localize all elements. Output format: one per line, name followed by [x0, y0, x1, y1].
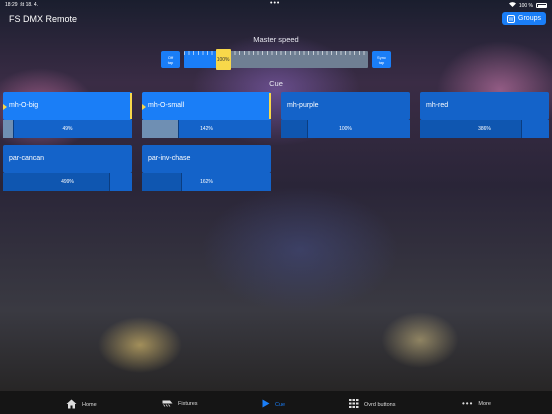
cue-button[interactable]: mh-O-big 49%	[3, 92, 132, 138]
tab-home-label: Home	[82, 402, 97, 408]
cue-button[interactable]: mh-red 386%	[420, 92, 549, 138]
master-speed-ticks	[184, 51, 368, 55]
tab-ovrd-buttons-label: Ovrd buttons	[364, 401, 396, 408]
play-icon	[262, 399, 270, 410]
cue-level-value: 49%	[62, 126, 73, 132]
tab-ovrd-buttons[interactable]: Ovrd buttons	[349, 399, 396, 410]
tab-home[interactable]: Home	[66, 399, 97, 411]
master-speed-slider[interactable]	[184, 51, 368, 68]
cue-name: mh-purple	[287, 102, 319, 109]
master-speed-label: Master speed	[253, 35, 299, 44]
status-time: 18:29 št 18. 4.	[5, 2, 39, 8]
cue-name: mh-O-big	[9, 102, 39, 109]
cue-level-slider[interactable]: 49%	[3, 120, 132, 138]
cue-level-slider[interactable]: 499%	[3, 173, 132, 191]
cue-name: par-inv-chase	[148, 155, 191, 162]
tab-bar: Home Fixtures Cue Ovrd buttons ••• More	[0, 391, 552, 414]
cue-name: par-cancan	[9, 155, 45, 162]
cue-name: mh-O-small	[148, 102, 185, 109]
cue-level-value: 162%	[200, 179, 213, 185]
house-icon	[66, 399, 77, 411]
cue-level-slider[interactable]: 162%	[142, 173, 271, 191]
off-sub-label: tap	[167, 59, 174, 65]
cue-button[interactable]: mh-O-small 142%	[142, 92, 271, 138]
cue-level-value: 386%	[478, 126, 491, 132]
master-speed-off-button[interactable]: Off tap	[161, 51, 180, 68]
battery-text: 100 %	[518, 2, 533, 9]
master-speed-thumb[interactable]: 100%	[215, 49, 231, 70]
sync-sub-label: tap	[378, 59, 385, 65]
cue-trigger[interactable]: par-inv-chase	[142, 145, 271, 173]
cue-level-slider[interactable]: 100%	[281, 120, 410, 138]
cue-active-indicator	[130, 93, 132, 119]
cue-trigger[interactable]: mh-O-small	[142, 92, 271, 120]
fixtures-icon	[162, 399, 173, 409]
cue-level-slider[interactable]: 142%	[142, 120, 271, 138]
groups-label: Groups	[518, 15, 541, 22]
wifi-icon	[508, 2, 516, 9]
cue-button[interactable]: par-cancan 499%	[3, 145, 132, 191]
cue-trigger[interactable]: mh-O-big	[3, 92, 132, 120]
cue-level-slider[interactable]: 386%	[420, 120, 549, 138]
multitasking-dots-icon[interactable]: •••	[270, 0, 280, 7]
tab-fixtures[interactable]: Fixtures	[162, 399, 198, 409]
master-speed-sync-button[interactable]: Sync tap	[372, 51, 391, 68]
app-title: FS DMX Remote	[9, 14, 78, 24]
cue-playing-icon	[3, 104, 7, 110]
groups-button[interactable]: W Groups	[502, 12, 546, 25]
cue-trigger[interactable]: par-cancan	[3, 145, 132, 173]
groups-icon: W	[507, 14, 516, 23]
status-bar: 18:29 št 18. 4. ••• 100 %	[0, 0, 552, 9]
tab-more-label: More	[478, 400, 491, 407]
master-speed-value: 100%	[216, 56, 230, 63]
navigation-bar: FS DMX Remote W Groups	[0, 9, 552, 29]
cue-trigger[interactable]: mh-purple	[281, 92, 410, 120]
cue-level-value: 499%	[61, 179, 74, 185]
cue-section-label: Cue	[269, 79, 283, 88]
cue-name: mh-red	[426, 102, 449, 109]
cue-button[interactable]: par-inv-chase 162%	[142, 145, 271, 191]
tab-more[interactable]: ••• More	[462, 399, 491, 408]
cue-active-indicator	[269, 93, 271, 119]
tab-cue-label: Cue	[275, 401, 286, 408]
tab-fixtures-label: Fixtures	[178, 401, 198, 407]
tab-cue[interactable]: Cue	[262, 399, 285, 410]
grid-icon	[349, 399, 359, 410]
cue-trigger[interactable]: mh-red	[420, 92, 549, 120]
more-dots-icon: •••	[462, 399, 474, 408]
cue-level-value: 100%	[339, 126, 352, 132]
status-right: 100 %	[508, 2, 547, 9]
battery-icon	[536, 3, 547, 8]
cue-playing-icon	[142, 104, 146, 110]
cue-level-value: 142%	[200, 126, 213, 132]
cue-button[interactable]: mh-purple 100%	[281, 92, 410, 138]
